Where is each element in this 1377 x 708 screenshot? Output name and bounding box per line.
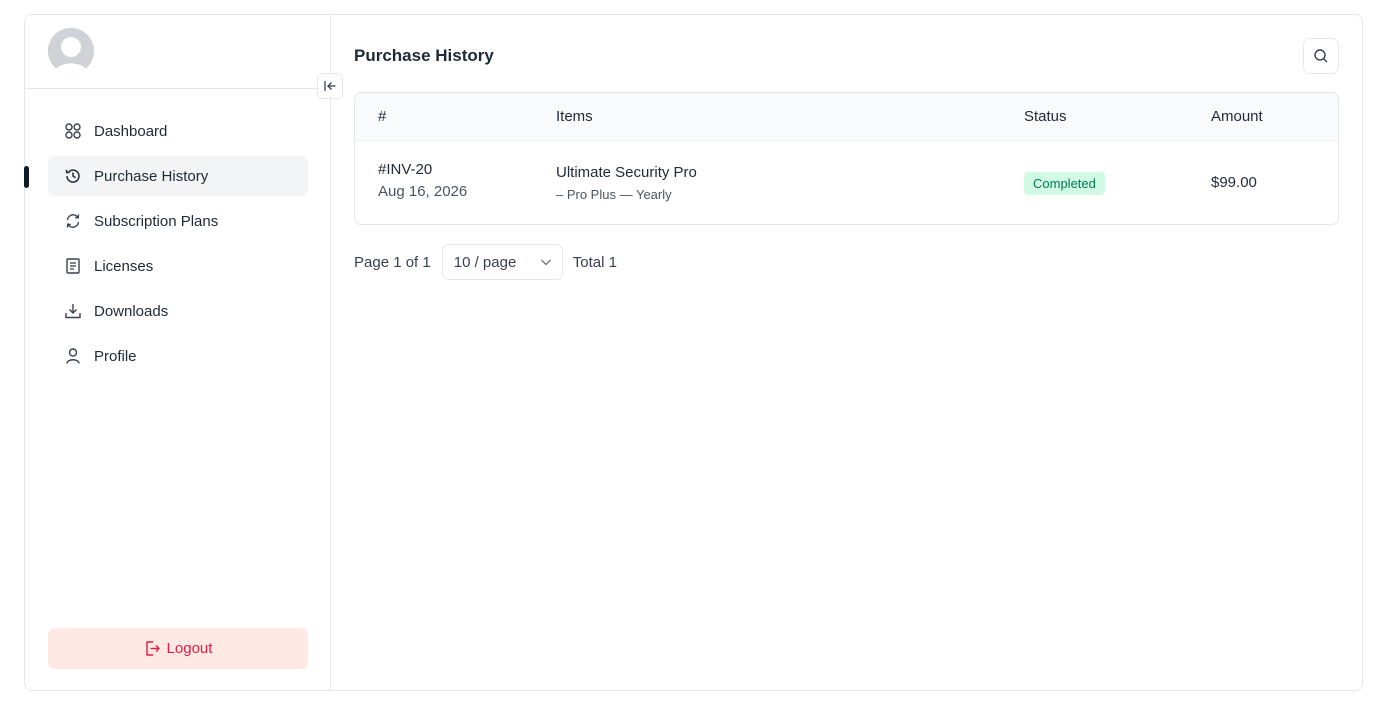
items-cell: Ultimate Security Pro – Pro Plus — Yearl… xyxy=(556,164,697,202)
collapse-sidebar-button[interactable] xyxy=(317,73,343,99)
sidebar-item-dashboard[interactable]: Dashboard xyxy=(48,111,308,151)
document-icon xyxy=(64,257,82,275)
column-header-number: # xyxy=(378,108,387,125)
column-header-amount: Amount xyxy=(1211,108,1263,125)
invoice-date: Aug 16, 2026 xyxy=(378,183,468,200)
invoice-cell: #INV-20 Aug 16, 2026 xyxy=(378,161,467,200)
table-header: # Items Status Amount xyxy=(355,93,1338,141)
sidebar: Dashboard Purchase History Subscription … xyxy=(24,15,343,690)
sidebar-item-profile[interactable]: Profile xyxy=(48,336,308,376)
search-button[interactable] xyxy=(1303,38,1339,74)
avatar[interactable] xyxy=(48,28,94,74)
invoice-number: #INV-20 xyxy=(378,161,433,178)
sidebar-item-label: Purchase History xyxy=(94,167,209,185)
purchase-table: # Items Status Amount #INV-20 Aug 16, 20… xyxy=(354,92,1339,225)
status-cell: Completed xyxy=(1024,172,1105,195)
table-row[interactable]: #INV-20 Aug 16, 2026 Ultimate Security P… xyxy=(355,141,1338,224)
main-content: Purchase History # Items Status Amount #… xyxy=(331,15,1362,690)
history-icon xyxy=(64,167,82,185)
logout-icon xyxy=(144,640,161,657)
page-size-value: 10 / page xyxy=(453,253,517,271)
item-detail: – Pro Plus — Yearly xyxy=(556,187,672,202)
sidebar-item-downloads[interactable]: Downloads xyxy=(48,291,308,331)
grid-icon xyxy=(64,122,82,140)
sidebar-item-label: Profile xyxy=(94,347,137,365)
active-indicator xyxy=(24,166,29,188)
collapse-left-icon xyxy=(324,81,336,91)
page-title: Purchase History xyxy=(354,46,494,65)
sidebar-item-purchase-history[interactable]: Purchase History xyxy=(24,156,308,196)
chevron-down-icon xyxy=(540,259,551,266)
page-indicator: Page 1 of 1 xyxy=(354,253,431,271)
sidebar-item-label: Downloads xyxy=(94,302,169,320)
sidebar-item-label: Dashboard xyxy=(94,122,168,140)
total-count: Total 1 xyxy=(572,253,617,271)
user-avatar-icon xyxy=(48,28,94,74)
user-icon xyxy=(64,347,82,365)
amount-value: $99.00 xyxy=(1211,174,1257,191)
download-icon xyxy=(64,302,82,320)
refresh-icon xyxy=(64,212,82,230)
sidebar-nav: Dashboard Purchase History Subscription … xyxy=(24,111,308,381)
sidebar-header xyxy=(25,15,330,89)
logout-button[interactable]: Logout xyxy=(48,628,308,669)
column-header-items: Items xyxy=(556,108,593,125)
app-frame: Dashboard Purchase History Subscription … xyxy=(24,14,1363,691)
page-size-select[interactable]: 10 / page xyxy=(441,244,563,280)
search-icon xyxy=(1314,49,1328,63)
amount-cell: $99.00 xyxy=(1211,174,1257,192)
pagination: Page 1 of 1 10 / page Total 1 xyxy=(354,244,617,280)
sidebar-item-label: Subscription Plans xyxy=(94,212,219,230)
item-name: Ultimate Security Pro xyxy=(556,164,697,181)
sidebar-item-subscription-plans[interactable]: Subscription Plans xyxy=(48,201,308,241)
column-header-status: Status xyxy=(1024,108,1067,125)
sidebar-item-licenses[interactable]: Licenses xyxy=(48,246,308,286)
logout-label: Logout xyxy=(166,640,213,657)
sidebar-item-label: Licenses xyxy=(94,257,154,275)
status-badge: Completed xyxy=(1024,172,1105,195)
